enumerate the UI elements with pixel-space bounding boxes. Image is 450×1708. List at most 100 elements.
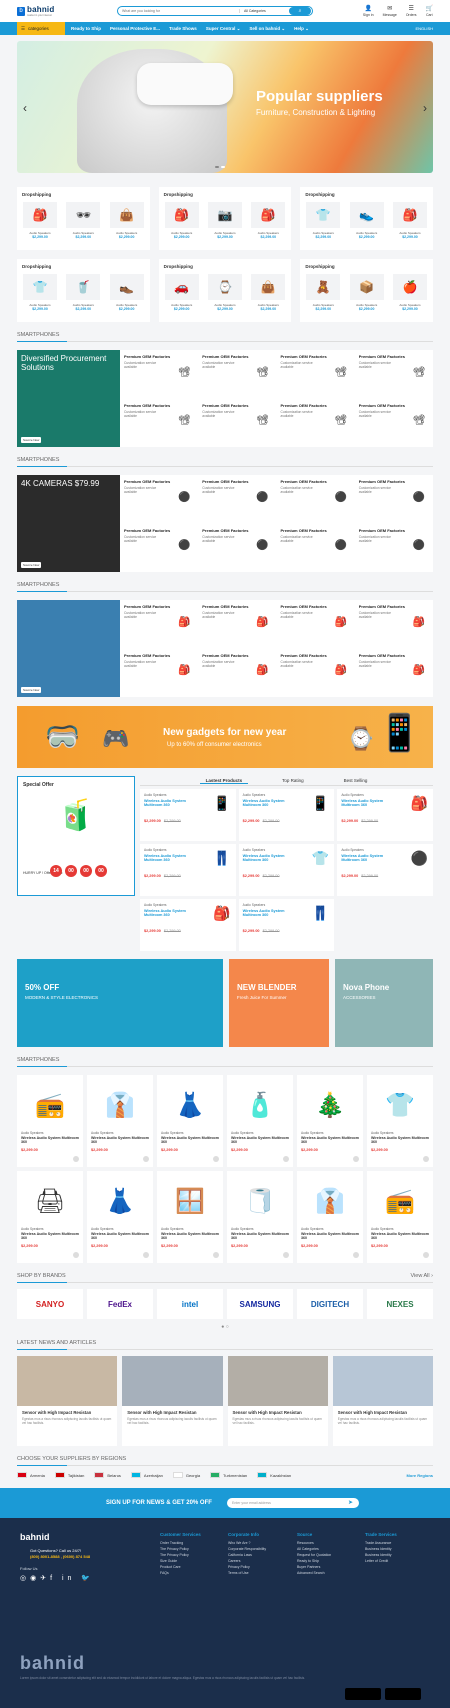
oem-cell[interactable]: Premium OEM Factories Customization servi… <box>120 600 198 649</box>
brand-logo[interactable]: intel <box>157 1289 223 1319</box>
tab-lastest-products[interactable]: Lastest Products <box>199 778 249 784</box>
oem-cell[interactable]: Premium OEM Factories Customization servi… <box>198 399 276 448</box>
logo[interactable]: b bahnid market in your interest <box>17 5 117 17</box>
newsletter-email-input[interactable]: Enter your email address <box>227 1498 359 1508</box>
product-card[interactable]: 👔 Audio Speakers Wireless Audio System Mul… <box>87 1075 153 1167</box>
source-now-button[interactable]: Source Now <box>21 562 42 568</box>
footer-link[interactable]: Advanced Search <box>297 1570 331 1576</box>
app-store-badge[interactable] <box>385 1688 421 1700</box>
gadgets-banner[interactable]: 🥽 🎮 New gadgets for new year Up to 60% o… <box>17 706 433 768</box>
oem-cell[interactable]: Premium OEM Factories Customization servi… <box>355 350 433 399</box>
language-select[interactable]: ENGLISH <box>415 26 433 31</box>
product-card[interactable]: 🎄 Audio Speakers Wireless Audio System Mul… <box>297 1075 363 1167</box>
region-item[interactable]: Kazakhstan <box>257 1472 291 1478</box>
google-play-badge[interactable] <box>345 1688 381 1700</box>
product-thumb[interactable]: 🥤 Audio Speakers $2,299.00 <box>65 274 101 311</box>
nav-link[interactable]: Super Central ⌄ <box>206 26 241 32</box>
source-now-button[interactable]: Source Now <box>21 687 42 693</box>
prev-arrow-icon[interactable]: ‹ <box>23 101 27 115</box>
region-item[interactable]: Georgia <box>172 1472 200 1478</box>
add-to-cart-button[interactable] <box>353 1252 359 1258</box>
product-card[interactable]: 👗 Audio Speakers Wireless Audio System Mul… <box>87 1171 153 1263</box>
product-thumb[interactable]: 👟 Audio Speakers $2,299.00 <box>349 202 385 239</box>
brand-logo[interactable]: NEXES <box>367 1289 433 1319</box>
product-thumb[interactable]: 🧸 Audio Speakers $2,299.00 <box>305 274 341 311</box>
oem-cell[interactable]: Premium OEM Factories Customization servi… <box>355 524 433 573</box>
add-to-cart-button[interactable] <box>423 1156 429 1162</box>
oem-cell[interactable]: Premium OEM Factories Customization servi… <box>120 475 198 524</box>
oem-cell[interactable]: Premium OEM Factories Customization servi… <box>120 649 198 698</box>
header-orders-link[interactable]: ☰ Orders <box>406 6 417 17</box>
brand-logo[interactable]: FedEx <box>87 1289 153 1319</box>
footer-logo[interactable]: bahnid <box>20 1532 50 1542</box>
search-button[interactable]: ⌕ <box>289 7 311 15</box>
product-card[interactable]: 👗 Audio Speakers Wireless Audio System Mul… <box>157 1075 223 1167</box>
promo-tile[interactable]: NEW BLENDER Fresh Juice For Summer <box>229 959 329 1047</box>
oem-cell[interactable]: Premium OEM Factories Customization servi… <box>277 600 355 649</box>
search-category-select[interactable]: All Categories <box>239 9 289 13</box>
brand-logo[interactable]: SAMSUNG <box>227 1289 293 1319</box>
dropshipping-card[interactable]: Dropshipping 👕 Audio Speakers $2,299.00 🥤 Aud… <box>17 259 150 322</box>
news-card[interactable]: Sensor with High Impact Resistan Egestas … <box>122 1356 223 1446</box>
oem-cell[interactable]: Premium OEM Factories Customization servi… <box>198 524 276 573</box>
categories-button[interactable]: ☰ categories <box>17 22 65 35</box>
nav-link[interactable]: Trade Shows <box>169 26 197 32</box>
oem-cell[interactable]: Premium OEM Factories Customization servi… <box>198 649 276 698</box>
product-card[interactable]: 📻 Audio Speakers Wireless Audio System Mul… <box>367 1171 433 1263</box>
oem-promo-banner[interactable]: Source Now <box>17 600 120 697</box>
add-to-cart-button[interactable] <box>213 1156 219 1162</box>
header-cart-link[interactable]: 🛒 Cart <box>426 6 433 17</box>
add-to-cart-button[interactable] <box>143 1156 149 1162</box>
dropshipping-card[interactable]: Dropshipping 👕 Audio Speakers $2,299.00 👟 Aud… <box>300 187 433 250</box>
tab-product-card[interactable]: Audio Speakers Wireless Audio System Mult… <box>140 789 236 841</box>
nav-link[interactable]: Ready to Ship <box>71 26 101 32</box>
send-icon[interactable]: ➤ <box>348 1499 353 1506</box>
product-thumb[interactable]: 🎒 Audio Speakers $2,299.00 <box>392 202 428 239</box>
oem-cell[interactable]: Premium OEM Factories Customization servi… <box>355 649 433 698</box>
product-thumb[interactable]: 👞 Audio Speakers $2,299.00 <box>109 274 145 311</box>
more-regions-link[interactable]: More Regions <box>407 1473 433 1478</box>
header-message-link[interactable]: ✉ Message <box>383 6 397 17</box>
dropshipping-card[interactable]: Dropshipping 🧸 Audio Speakers $2,299.00 📦 Aud… <box>300 259 433 322</box>
product-thumb[interactable]: 🚗 Audio Speakers $2,299.00 <box>164 274 200 311</box>
news-card[interactable]: Sensor with High Impact Resistan Egestas … <box>227 1356 328 1446</box>
view-all-link[interactable]: View All › <box>410 1273 433 1279</box>
source-now-button[interactable]: Source Now <box>21 437 42 443</box>
product-card[interactable]: 👕 Audio Speakers Wireless Audio System Mul… <box>367 1075 433 1167</box>
region-item[interactable]: Armenia <box>17 1472 45 1478</box>
tab-product-card[interactable]: Audio Speakers Wireless Audio System Mult… <box>238 844 335 896</box>
region-item[interactable]: Azerbaijan <box>130 1472 163 1478</box>
footer-link[interactable]: Terms of Use <box>228 1570 266 1576</box>
add-to-cart-button[interactable] <box>353 1156 359 1162</box>
product-thumb[interactable]: 👜 Audio Speakers $2,299.00 <box>109 202 145 239</box>
region-item[interactable]: Turkmenistan <box>210 1472 247 1478</box>
dropshipping-card[interactable]: Dropshipping 🚗 Audio Speakers $2,299.00 ⌚ Aud… <box>158 259 292 322</box>
oem-cell[interactable]: Premium OEM Factories Customization servi… <box>355 600 433 649</box>
oem-cell[interactable]: Premium OEM Factories Customization servi… <box>198 600 276 649</box>
oem-cell[interactable]: Premium OEM Factories Customization servi… <box>120 399 198 448</box>
oem-cell[interactable]: Premium OEM Factories Customization servi… <box>277 399 355 448</box>
tab-product-card[interactable]: Audio Speakers Wireless Audio System Mult… <box>238 899 335 951</box>
tab-product-card[interactable]: Audio Speakers Wireless Audio System Mult… <box>337 789 433 841</box>
oem-cell[interactable]: Premium OEM Factories Customization servi… <box>277 475 355 524</box>
tab-product-card[interactable]: Audio Speakers Wireless Audio System Mult… <box>238 789 335 841</box>
news-card[interactable]: Sensor with High Impact Resistan Egestas … <box>17 1356 118 1446</box>
nav-link[interactable]: Help ⌄ <box>294 26 309 32</box>
product-thumb[interactable]: 🎒 Audio Speakers $2,299.00 <box>22 202 58 239</box>
oem-cell[interactable]: Premium OEM Factories Customization servi… <box>198 350 276 399</box>
product-thumb[interactable]: 📦 Audio Speakers $2,299.00 <box>349 274 385 311</box>
nav-link[interactable]: Personal Protective E... <box>110 26 160 32</box>
oem-cell[interactable]: Premium OEM Factories Customization servi… <box>198 475 276 524</box>
dropshipping-card[interactable]: Dropshipping 🎒 Audio Speakers $2,299.00 📷 Aud… <box>158 187 292 250</box>
tab-product-card[interactable]: Audio Speakers Wireless Audio System Mult… <box>140 899 236 951</box>
product-thumb[interactable]: 🎒 Audio Speakers $2,299.00 <box>250 202 286 239</box>
oem-cell[interactable]: Premium OEM Factories Customization servi… <box>355 475 433 524</box>
add-to-cart-button[interactable] <box>73 1156 79 1162</box>
product-card[interactable]: 🪟 Audio Speakers Wireless Audio System Mul… <box>157 1171 223 1263</box>
product-thumb[interactable]: 🎒 Audio Speakers $2,299.00 <box>164 202 200 239</box>
dropshipping-card[interactable]: Dropshipping 🎒 Audio Speakers $2,299.00 🕶 Aud… <box>17 187 150 250</box>
add-to-cart-button[interactable] <box>283 1252 289 1258</box>
tab-product-card[interactable]: Audio Speakers Wireless Audio System Mult… <box>140 844 236 896</box>
social-icons[interactable]: ◎◉✈f in 🐦 <box>20 1574 94 1582</box>
footer-link[interactable]: Letter of Credit <box>365 1558 397 1564</box>
